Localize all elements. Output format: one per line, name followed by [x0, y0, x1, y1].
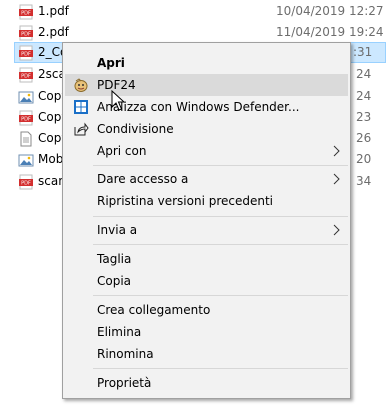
pdf-icon: PDF [19, 110, 33, 126]
pdf-icon: PDF [19, 25, 33, 41]
menu-item-properties[interactable]: Proprietà [65, 372, 348, 394]
file-date: 24 [356, 89, 372, 103]
menu-item-label: Proprietà [97, 376, 152, 390]
windows-defender-icon [74, 100, 88, 114]
menu-item-create-shortcut[interactable]: Crea collegamento [65, 299, 348, 321]
share-icon [74, 122, 89, 136]
pdf-icon: PDF [19, 4, 33, 20]
context-menu: Apri PDF24 Analizza con Windows Defender… [62, 42, 351, 399]
menu-item-label: Analizza con Windows Defender... [97, 100, 300, 114]
menu-separator [93, 165, 348, 166]
menu-item-label: Condivisione [97, 122, 174, 136]
chevron-right-icon [333, 224, 340, 236]
svg-text:PDF: PDF [21, 32, 31, 38]
menu-separator [93, 216, 348, 217]
pdf-icon: PDF [19, 67, 33, 83]
menu-item-label: Invia a [97, 223, 138, 237]
file-date: 23 [356, 110, 372, 124]
file-name: 1.pdf [38, 4, 69, 18]
pdf-icon: PDF [19, 45, 33, 61]
svg-text:PDF: PDF [21, 11, 31, 17]
menu-item-defender[interactable]: Analizza con Windows Defender... [65, 96, 348, 118]
menu-item-cut[interactable]: Taglia [65, 248, 348, 270]
menu-item-open-with[interactable]: Apri con [65, 140, 348, 162]
mouse-cursor-icon [111, 90, 125, 111]
svg-text:PDF: PDF [21, 117, 31, 123]
menu-item-pdf24[interactable]: PDF24 [65, 74, 348, 96]
menu-separator [93, 295, 348, 296]
file-date: 11/04/2019 19:24 [276, 25, 384, 39]
menu-item-label: Apri con [97, 144, 147, 158]
menu-item-give-access[interactable]: Dare accesso a [65, 168, 348, 190]
menu-item-label: Copia [97, 274, 132, 288]
menu-item-rename[interactable]: Rinomina [65, 343, 348, 365]
file-date: 24 [356, 67, 372, 81]
menu-item-label: Ripristina versioni precedenti [97, 194, 274, 208]
menu-separator [93, 368, 348, 369]
file-date: 34 [356, 174, 372, 188]
menu-item-share[interactable]: Condivisione [65, 118, 348, 140]
menu-item-delete[interactable]: Elimina [65, 321, 348, 343]
menu-item-label: Apri [97, 56, 125, 70]
document-icon [20, 131, 32, 147]
menu-separator [93, 244, 348, 245]
chevron-right-icon [333, 173, 340, 185]
file-row[interactable]: PDF 2.pdf 11/04/2019 19:24 [0, 22, 386, 43]
menu-item-label: Elimina [97, 325, 142, 339]
menu-item-label: Rinomina [97, 347, 154, 361]
file-date: :31 [353, 45, 373, 59]
menu-item-restore[interactable]: Ripristina versioni precedenti [65, 190, 348, 212]
image-icon [18, 91, 34, 104]
menu-item-open[interactable]: Apri [65, 52, 348, 74]
chevron-right-icon [333, 145, 340, 157]
pdf-icon: PDF [19, 174, 33, 190]
file-date: 26 [356, 131, 372, 145]
svg-text:PDF: PDF [21, 74, 31, 80]
file-row[interactable]: PDF 1.pdf 10/04/2019 12:27 [0, 1, 386, 22]
file-name: 2.pdf [38, 25, 69, 39]
svg-text:PDF: PDF [21, 181, 31, 187]
menu-item-send-to[interactable]: Invia a [65, 219, 348, 241]
menu-item-label: Crea collegamento [97, 303, 211, 317]
menu-item-label: Dare accesso a [97, 172, 189, 186]
file-date: 20 [356, 152, 372, 166]
svg-text:PDF: PDF [21, 52, 31, 58]
image-icon [18, 154, 34, 167]
menu-item-copy[interactable]: Copia [65, 270, 348, 292]
menu-item-label: Taglia [97, 252, 132, 266]
file-name: Mob [38, 152, 64, 166]
pdf24-icon [74, 78, 88, 92]
file-date: 10/04/2019 12:27 [276, 4, 384, 18]
